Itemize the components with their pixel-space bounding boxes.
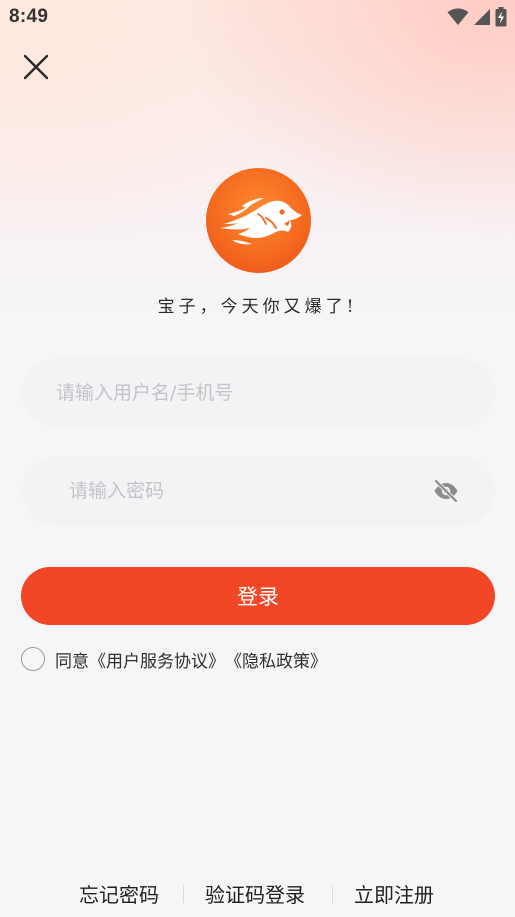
- sms-login-link[interactable]: 验证码登录: [205, 879, 305, 908]
- flame-wolf-logo: [220, 198, 302, 245]
- slogan: 宝子，今天你又爆了!: [157, 297, 358, 317]
- eye-off-icon: [434, 479, 458, 503]
- footer-divider: [183, 885, 184, 903]
- user-agreement-link[interactable]: 《用户服务协议》: [89, 647, 225, 672]
- privacy-policy-link[interactable]: 《隐私政策》: [225, 647, 327, 672]
- status-time: 8:49: [9, 6, 49, 27]
- wifi-icon: [447, 8, 469, 26]
- password-visibility-toggle[interactable]: [433, 479, 459, 503]
- password-field-container: [22, 456, 495, 526]
- agreement-row: 同意 《用户服务协议》 《隐私政策》: [21, 645, 327, 673]
- status-icons: [447, 7, 507, 27]
- footer-divider: [332, 885, 333, 903]
- forgot-password-link[interactable]: 忘记密码: [79, 879, 159, 908]
- app-logo: [206, 168, 311, 273]
- username-field-container: [22, 358, 495, 428]
- login-button[interactable]: 登录: [21, 567, 495, 625]
- close-icon: [23, 54, 49, 80]
- username-input[interactable]: [22, 358, 495, 428]
- register-link[interactable]: 立即注册: [354, 879, 434, 908]
- password-input[interactable]: [22, 456, 495, 526]
- close-button[interactable]: [18, 50, 54, 86]
- agreement-checkbox[interactable]: [21, 647, 45, 671]
- footer-links: 忘记密码 验证码登录 立即注册: [0, 879, 515, 909]
- battery-charging-icon: [495, 7, 507, 27]
- signal-icon: [473, 8, 491, 26]
- agreement-prefix: 同意: [55, 651, 89, 672]
- status-bar: 8:49: [0, 0, 515, 34]
